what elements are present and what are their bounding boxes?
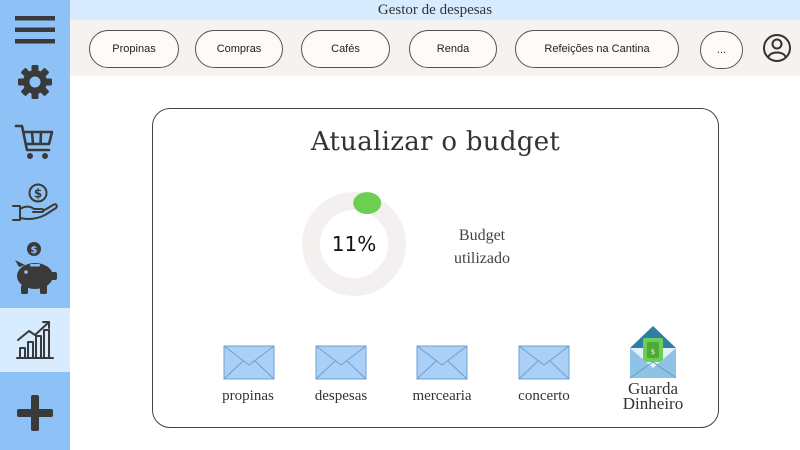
piggy-bank-icon: $	[15, 242, 57, 294]
category-chip-cafes[interactable]: Cafés	[301, 30, 390, 68]
sidebar-add-button[interactable]	[0, 380, 70, 446]
profile-icon[interactable]	[762, 33, 792, 63]
sidebar: $ $	[0, 0, 70, 450]
envelope-icon[interactable]	[223, 345, 275, 380]
envelope-icon[interactable]	[518, 345, 570, 380]
shopping-cart-icon	[14, 124, 54, 159]
category-bar: Propinas Compras Cafés Renda Refeições n…	[70, 20, 800, 76]
category-chip-propinas[interactable]: Propinas	[89, 30, 179, 68]
guarda-dinheiro-logo-text: Guarda Dinheiro	[603, 380, 703, 413]
guarda-dinheiro-logo-icon: $	[629, 326, 677, 379]
sidebar-item-savings[interactable]: $	[0, 238, 70, 298]
growth-chart-icon	[16, 321, 54, 359]
page-title: Atualizar o budget	[310, 127, 561, 157]
svg-text:$: $	[31, 245, 38, 256]
budget-label-line1: Budget	[458, 227, 506, 244]
envelope-icon[interactable]	[315, 345, 367, 380]
envelope-label-propinas: propinas	[222, 388, 274, 404]
svg-text:$: $	[34, 187, 42, 201]
svg-text:$: $	[651, 348, 655, 356]
envelope-label-mercearia: mercearia	[412, 388, 472, 404]
plus-icon	[17, 395, 53, 431]
envelope-label-concerto: concerto	[518, 388, 570, 404]
sidebar-item-shopping[interactable]	[0, 112, 70, 172]
category-chip-renda[interactable]: Renda	[409, 30, 497, 68]
menu-icon	[15, 16, 55, 44]
envelope-label-despesas: despesas	[314, 388, 368, 404]
more-categories-button[interactable]: ...	[700, 31, 743, 69]
sidebar-item-statistics[interactable]	[0, 308, 70, 372]
budget-percentage: 11%	[331, 232, 377, 256]
sidebar-menu-button[interactable]	[0, 0, 70, 60]
budget-label-line2: utilizado	[454, 250, 510, 267]
gear-icon	[18, 65, 52, 99]
sidebar-item-income[interactable]: $	[0, 172, 70, 232]
budget-used-label: Budget utilizado	[435, 224, 529, 270]
logo-line2: Dinheiro	[622, 394, 684, 413]
envelope-icon[interactable]	[416, 345, 468, 380]
category-chip-compras[interactable]: Compras	[195, 30, 283, 68]
sidebar-item-settings[interactable]	[0, 52, 70, 112]
hand-money-icon: $	[12, 183, 58, 221]
budget-card: Atualizar o budget 11% Budget utilizado …	[152, 108, 719, 428]
app-title: Gestor de despesas	[70, 0, 800, 20]
category-chip-refeicoes-cantina[interactable]: Refeições na Cantina	[515, 30, 679, 68]
